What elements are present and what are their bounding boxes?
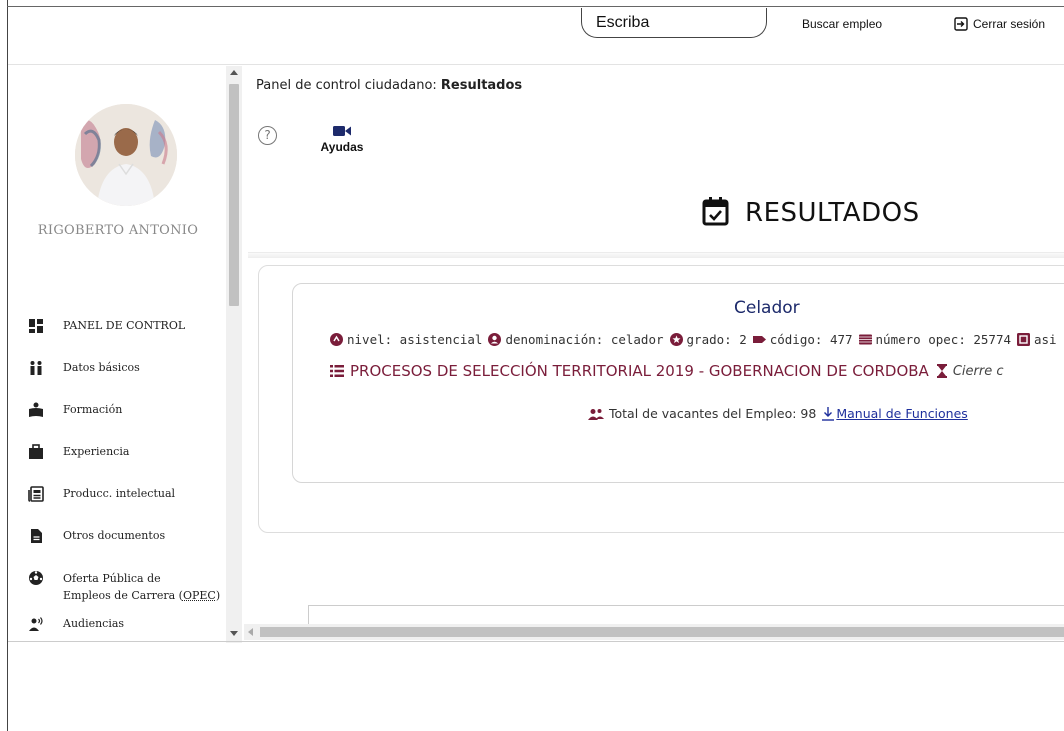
section-divider [248, 252, 1064, 258]
process-line: PROCESOS DE SELECCIÓN TERRITORIAL 2019 -… [330, 362, 1003, 380]
download-icon [822, 406, 835, 421]
ticket-icon [858, 334, 872, 345]
sidebar-item-opec[interactable]: Oferta Pública de Empleos de Carrera (OP… [8, 570, 230, 616]
opec-label-line2-prefix: Empleos de Carrera ( [63, 589, 183, 602]
next-card-partial [308, 605, 1064, 624]
star-circle-icon [669, 333, 683, 346]
breadcrumb: Panel de control ciudadano: Resultados [256, 78, 522, 93]
results-heading: RESULTADOS [702, 196, 920, 230]
sidebar-item-experiencia[interactable]: Experiencia [8, 444, 230, 486]
sidebar-item-label: Otros documentos [63, 529, 166, 542]
sidebar-item-label: Datos básicos [63, 361, 140, 374]
search-input[interactable] [581, 8, 767, 38]
opec-abbr: OPEC [182, 589, 216, 602]
breadcrumb-current: Resultados [440, 78, 523, 93]
job-card [292, 283, 1064, 483]
job-asig: asi [1034, 332, 1057, 347]
job-details: nivel: asistencial denominación: celador… [330, 332, 1057, 347]
ayudas-label: Ayudas [320, 140, 364, 154]
main-content: Panel de control ciudadano: Resultados ?… [244, 66, 1064, 624]
sidebar-menu: PANEL DE CONTROL Datos básicos Formación… [8, 318, 230, 643]
avatar [75, 104, 177, 206]
job-opec: número opec: 25774 [875, 332, 1011, 347]
results-title: RESULTADOS [745, 198, 920, 228]
horizontal-scrollbar-thumb[interactable] [260, 627, 1064, 637]
sidebar-item-label: PANEL DE CONTROL [63, 319, 186, 332]
sidebar-item-label: Producc. intelectual [63, 487, 176, 500]
help-icon[interactable]: ? [258, 126, 277, 145]
job-title: Celador [734, 298, 800, 318]
sidebar-scrollbar[interactable] [226, 66, 242, 643]
job-denominacion: denominación: celador [505, 332, 664, 347]
sidebar-item-label: Audiencias [63, 617, 125, 630]
opec-label-line1: Oferta Pública de [63, 572, 161, 585]
manual-funciones-link[interactable]: Manual de Funciones [836, 406, 967, 421]
vacantes-total: Total de vacantes del Empleo: 98 [609, 406, 817, 421]
sidebar: RIGOBERTO ANTONIO PANEL DE CONTROL Datos… [8, 66, 243, 643]
sidebar-item-formacion[interactable]: Formación [8, 402, 230, 444]
assignment-icon [1017, 333, 1030, 346]
sidebar-item-otros-documentos[interactable]: Otros documentos [8, 528, 230, 570]
dashboard-icon [28, 318, 44, 334]
people-icon [28, 360, 44, 376]
scroll-left-arrow-icon[interactable] [248, 628, 253, 636]
user-name: RIGOBERTO ANTONIO [37, 223, 199, 238]
sidebar-item-datos-basicos[interactable]: Datos básicos [8, 360, 230, 402]
opec-label-line2-suffix: ) [215, 589, 221, 602]
scrollbar-thumb[interactable] [229, 84, 239, 306]
level-icon [330, 333, 343, 346]
top-bar: Buscar empleo Cerrar sesión [8, 7, 1064, 65]
sidebar-item-label: Formación [63, 403, 123, 416]
logout-button[interactable]: Cerrar sesión [954, 17, 1045, 31]
sidebar-item-label: Experiencia [63, 445, 130, 458]
ayudas-button[interactable]: Ayudas [317, 122, 367, 154]
scroll-down-arrow-icon[interactable] [230, 631, 238, 636]
buscar-empleo-link[interactable]: Buscar empleo [802, 17, 882, 31]
speaker-icon [28, 616, 44, 632]
breadcrumb-prefix: Panel de control ciudadano: [256, 78, 441, 93]
sidebar-item-produccion-intelectual[interactable]: Producc. intelectual [8, 486, 230, 528]
briefcase-icon [28, 444, 44, 460]
reading-person-icon [28, 402, 44, 418]
job-grado: grado: 2 [686, 332, 747, 347]
sidebar-item-panel-de-control[interactable]: PANEL DE CONTROL [8, 318, 230, 360]
document-icon [28, 528, 44, 544]
tag-icon [752, 336, 766, 343]
calendar-check-icon [702, 196, 729, 230]
logout-icon [954, 17, 968, 31]
vacantes-line: Total de vacantes del Empleo: 98 Manual … [588, 406, 968, 421]
user-circle-icon [488, 333, 502, 346]
sidebar-item-label: Oferta Pública de Empleos de Carrera (OP… [63, 570, 220, 604]
scroll-up-arrow-icon[interactable] [230, 70, 238, 75]
job-codigo: código: 477 [769, 332, 853, 347]
newspaper-icon [28, 486, 44, 502]
horizontal-scrollbar[interactable] [244, 624, 1064, 640]
footer-divider [8, 641, 1064, 642]
process-name: PROCESOS DE SELECCIÓN TERRITORIAL 2019 -… [350, 362, 929, 380]
users-icon [588, 408, 604, 420]
buscar-empleo-label: Buscar empleo [802, 17, 883, 31]
video-camera-icon [333, 122, 351, 136]
cierre-text: Cierre c [952, 363, 1004, 379]
job-nivel: nivel: asistencial [347, 332, 483, 347]
soccer-ball-icon [28, 570, 44, 586]
hourglass-icon [936, 364, 947, 378]
sidebar-item-audiencias[interactable]: Audiencias [8, 616, 230, 643]
list-icon [330, 365, 344, 377]
logout-label: Cerrar sesión [973, 17, 1046, 31]
